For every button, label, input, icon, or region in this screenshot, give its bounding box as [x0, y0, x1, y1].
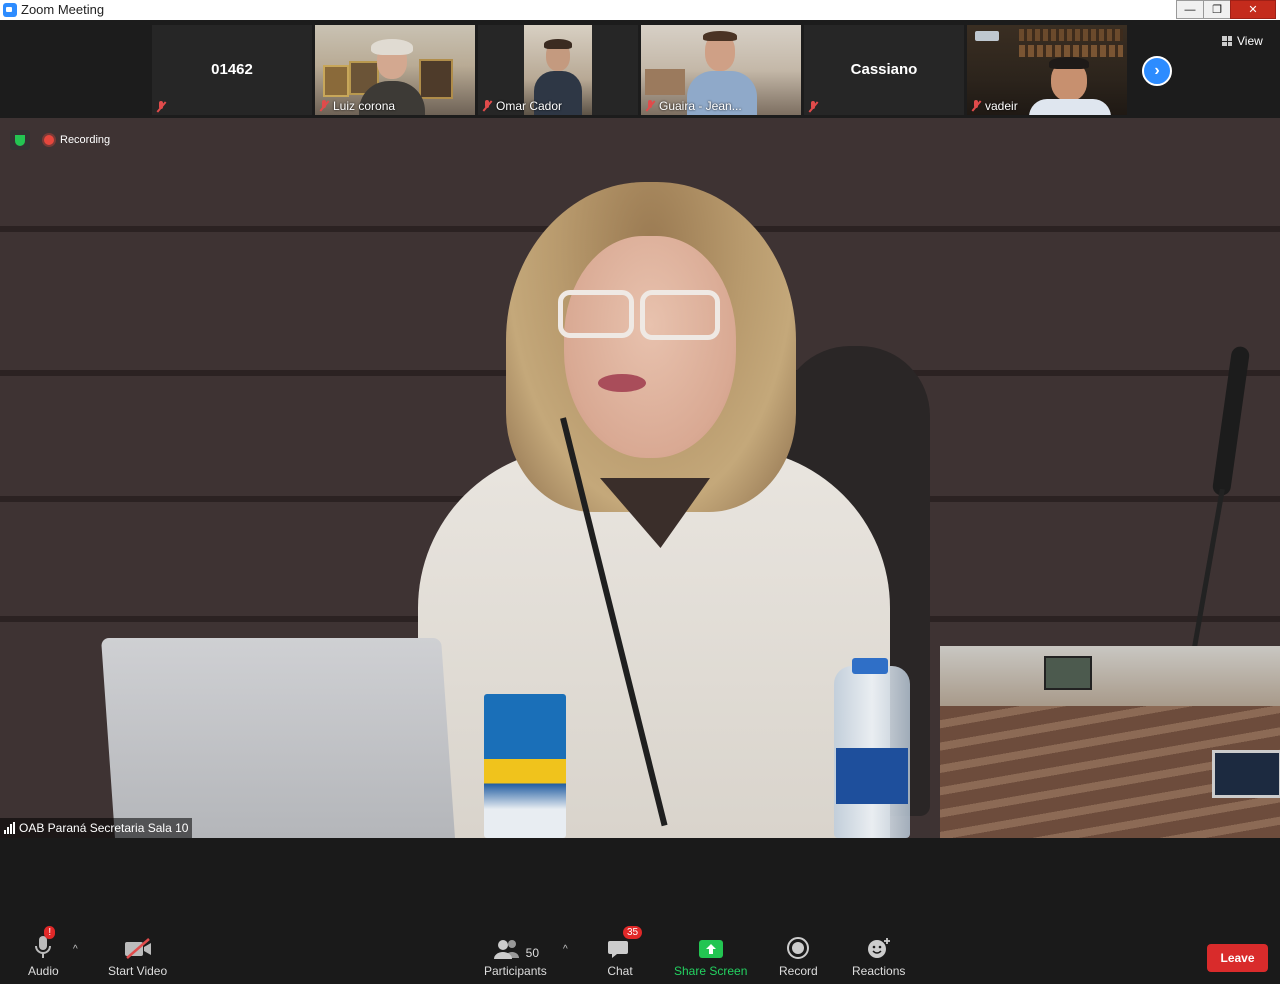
conference-badge: [484, 694, 566, 838]
minimize-button[interactable]: —: [1176, 0, 1204, 19]
glasses-right: [640, 290, 720, 340]
participants-options-caret[interactable]: ^: [563, 944, 568, 955]
recording-indicator[interactable]: Recording: [38, 130, 116, 150]
participant-name: vadeir: [985, 99, 1018, 113]
speaker-face: [564, 236, 736, 458]
speaker-name: OAB Paraná Secretaria Sala 10: [19, 821, 189, 835]
leave-button[interactable]: Leave: [1207, 944, 1268, 972]
bottle-label: [836, 748, 908, 804]
speaker-lips: [598, 374, 646, 392]
audio-options-caret[interactable]: ^: [73, 944, 78, 955]
participant-tile[interactable]: Cassiano: [804, 25, 964, 115]
active-speaker-video[interactable]: Recording OAB Paraná Secretaria Sala 10: [0, 118, 1280, 838]
glasses-left: [558, 290, 634, 338]
mic-muted-icon: [645, 100, 655, 112]
participant-label: Omar Cador: [482, 99, 562, 113]
room-screen: [1044, 656, 1092, 690]
recording-dot-icon: [44, 135, 54, 145]
meeting-toolbar: ! Audio ^ Start Video 50 Participants ^: [0, 838, 1280, 984]
mic-muted-icon: [319, 100, 329, 112]
microphone-stand: [1192, 488, 1225, 648]
mic-muted-icon: [482, 100, 492, 112]
record-button[interactable]: Record: [779, 932, 818, 978]
title-bar: Zoom Meeting — ❐ ✕: [0, 0, 1280, 20]
participant-label: [156, 101, 166, 113]
chat-icon: [608, 941, 628, 958]
maximize-button[interactable]: ❐: [1203, 0, 1231, 19]
recording-label: Recording: [60, 134, 111, 146]
share-screen-button[interactable]: Share Screen: [674, 932, 747, 978]
start-video-button[interactable]: Start Video: [108, 932, 167, 978]
chevron-right-icon: ›: [1154, 62, 1160, 79]
participants-icon: [493, 940, 519, 959]
bottle-cap: [852, 658, 888, 674]
participants-count: 50: [525, 946, 540, 960]
participant-label: [808, 101, 818, 113]
participant-tile[interactable]: Omar Cador: [478, 25, 638, 115]
zoom-app-icon: [3, 3, 17, 17]
participants-label: Participants: [484, 964, 547, 978]
audio-alert-badge: !: [44, 926, 56, 939]
participant-label: Luiz corona: [319, 99, 395, 113]
next-page-button[interactable]: ›: [1142, 56, 1172, 86]
participant-tile[interactable]: Luiz corona: [315, 25, 475, 115]
room-wall: [940, 646, 1280, 706]
record-label: Record: [779, 964, 818, 978]
participant-tile[interactable]: 01462: [152, 25, 312, 115]
security-shield-icon[interactable]: [10, 130, 30, 150]
room-camera-inset[interactable]: [940, 646, 1280, 838]
participant-name: 01462: [211, 61, 253, 78]
speaker-name-label: OAB Paraná Secretaria Sala 10: [0, 818, 193, 838]
participant-label: Guaira - Jean...: [645, 99, 742, 113]
audio-button[interactable]: ! Audio: [28, 926, 59, 978]
share-screen-label: Share Screen: [674, 964, 748, 978]
participant-name: Luiz corona: [333, 99, 396, 113]
reactions-label: Reactions: [852, 964, 906, 978]
chat-unread-badge: 35: [623, 926, 643, 939]
mic-muted-icon: [808, 101, 818, 113]
view-label: View: [1237, 34, 1263, 48]
laptop: [101, 638, 455, 838]
record-icon: [787, 937, 810, 959]
participant-name: Cassiano: [850, 61, 918, 78]
view-button[interactable]: View: [1222, 34, 1263, 48]
participant-name: Omar Cador: [496, 99, 563, 113]
window-controls: — ❐ ✕: [1176, 0, 1276, 19]
participant-strip: 01462 Luiz corona Omar Cador Guaira - Je…: [0, 20, 1280, 118]
participant-tile[interactable]: Guaira - Jean...: [641, 25, 801, 115]
reactions-icon: [867, 938, 890, 958]
start-video-label: Start Video: [108, 964, 168, 978]
microphone: [1211, 345, 1251, 497]
room-laptop: [1212, 750, 1280, 798]
video-off-icon: [124, 938, 151, 959]
mic-muted-icon: [156, 101, 166, 113]
participant-name: Guaira - Jean...: [659, 99, 742, 113]
close-button[interactable]: ✕: [1230, 0, 1276, 19]
participant-tile[interactable]: vadeir: [967, 25, 1127, 115]
participant-label: vadeir: [971, 99, 1018, 113]
chat-label: Chat: [607, 964, 633, 978]
grid-view-icon: [1222, 36, 1232, 46]
reactions-button[interactable]: Reactions: [852, 932, 905, 978]
mic-muted-icon: [971, 100, 981, 112]
chat-button[interactable]: 35 Chat: [607, 926, 643, 978]
window-title: Zoom Meeting: [21, 2, 105, 17]
audio-label: Audio: [28, 964, 59, 978]
share-screen-icon: [698, 940, 723, 958]
signal-strength-icon: [4, 822, 15, 834]
participants-button[interactable]: 50 Participants: [484, 932, 547, 978]
